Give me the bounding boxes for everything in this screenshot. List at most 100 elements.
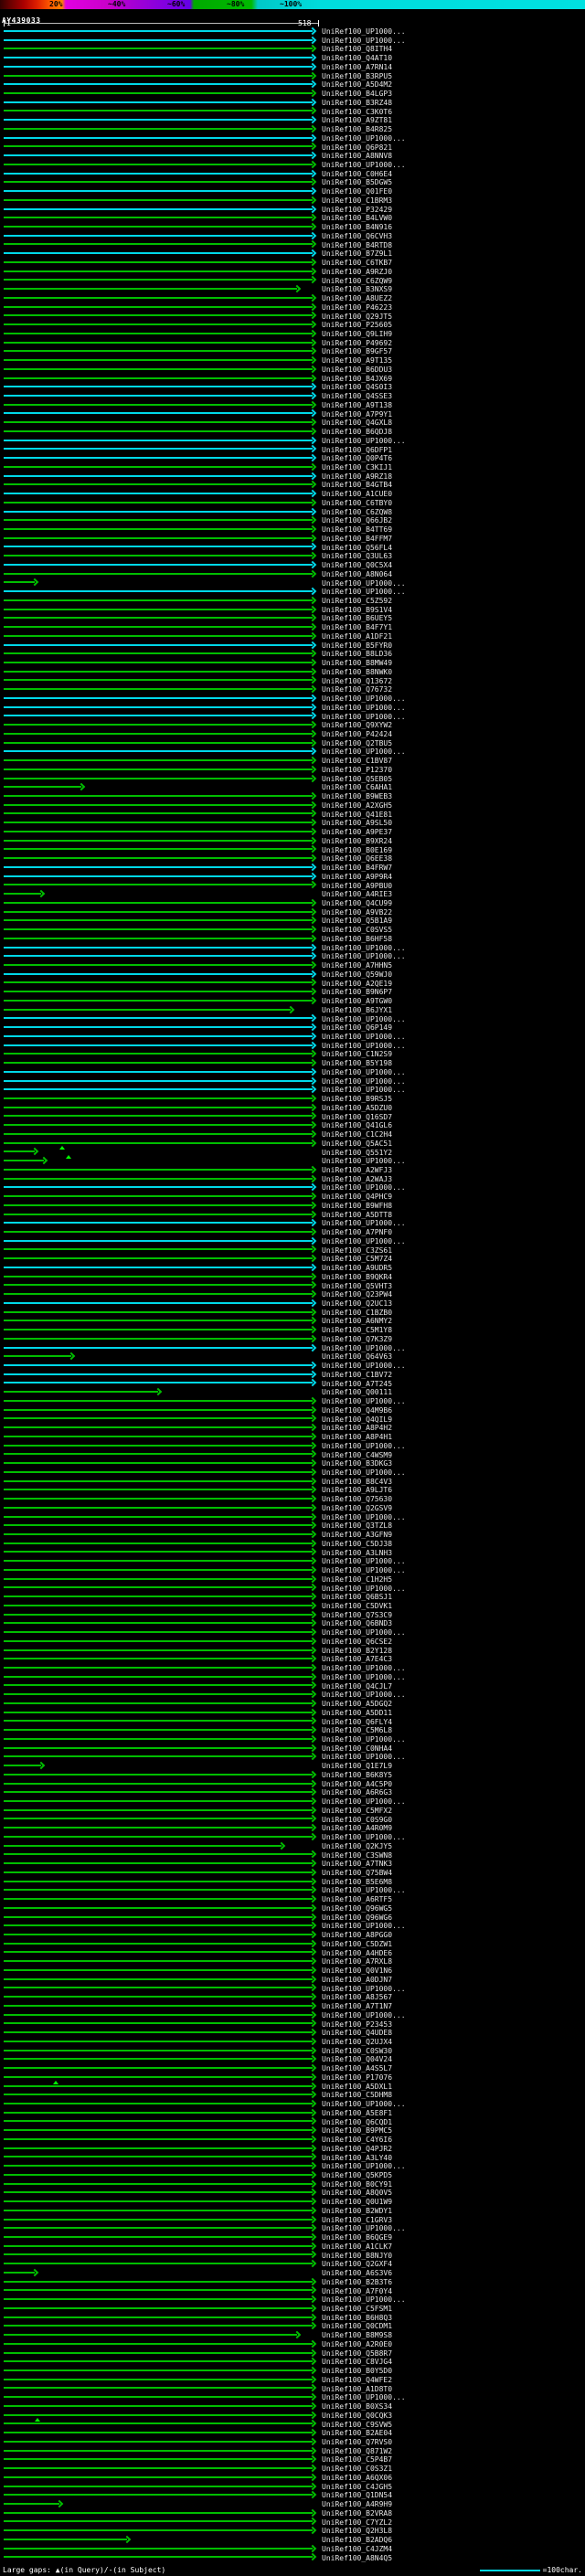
alignment-bar[interactable] xyxy=(4,812,313,815)
alignment-bar[interactable] xyxy=(4,617,313,620)
alignment-bar[interactable] xyxy=(4,981,313,984)
alignment-bar[interactable] xyxy=(4,1658,313,1660)
alignment-bar[interactable] xyxy=(4,2485,313,2487)
alignment-bar[interactable] xyxy=(4,999,313,1002)
alignment-bar[interactable] xyxy=(4,1737,313,1740)
hit-label[interactable]: UniRef100_B8MW49 xyxy=(322,659,585,668)
hit-label[interactable]: UniRef100_Q9XYW2 xyxy=(322,721,585,730)
alignment-bar[interactable] xyxy=(4,2360,313,2363)
hit-label[interactable]: UniRef100_B3DKG3 xyxy=(322,1459,585,1468)
hit-label[interactable]: UniRef100_C3KIJ1 xyxy=(322,463,585,472)
hit-label[interactable]: UniRef100_B0Y5D0 xyxy=(322,2367,585,2376)
alignment-bar[interactable] xyxy=(4,946,313,949)
hit-label[interactable]: UniRef100_Q3UL63 xyxy=(322,552,585,561)
hit-label[interactable]: UniRef100_B9RSJ5 xyxy=(322,1095,585,1104)
alignment-bar[interactable] xyxy=(4,795,313,798)
alignment-bar[interactable] xyxy=(4,1026,313,1029)
hit-label[interactable]: UniRef100_UP1000... xyxy=(322,1566,585,1575)
alignment-bar[interactable] xyxy=(4,875,313,877)
hit-label[interactable]: UniRef100_Q2GXF4 xyxy=(322,2260,585,2269)
hit-label[interactable]: UniRef100_UP1000... xyxy=(322,1086,585,1095)
hit-label[interactable]: UniRef100_UP1000... xyxy=(322,1042,585,1051)
alignment-bar[interactable] xyxy=(4,1373,313,1375)
hit-label[interactable]: UniRef100_P49692 xyxy=(322,339,585,348)
alignment-bar[interactable] xyxy=(4,367,313,370)
hit-label[interactable]: UniRef100_A8Q0V5 xyxy=(322,2189,585,2198)
alignment-bar[interactable] xyxy=(4,1844,282,1847)
alignment-bar[interactable] xyxy=(4,1329,313,1331)
hit-label[interactable]: UniRef100_C5M6L8 xyxy=(322,1726,585,1735)
hit-label[interactable]: UniRef100_Q00111 xyxy=(322,1388,585,1397)
alignment-bar[interactable] xyxy=(4,2209,313,2211)
alignment-bar[interactable] xyxy=(4,1746,313,1749)
hit-label[interactable]: UniRef100_C4Y6I6 xyxy=(322,2136,585,2145)
alignment-bar[interactable] xyxy=(4,493,313,495)
alignment-bar[interactable] xyxy=(4,136,313,139)
alignment-bar[interactable] xyxy=(4,2182,313,2185)
alignment-bar[interactable] xyxy=(4,2263,313,2265)
alignment-bar[interactable] xyxy=(4,1765,41,1767)
alignment-bar[interactable] xyxy=(4,1453,313,1456)
hit-label[interactable]: UniRef100_A9P9R4 xyxy=(322,873,585,882)
alignment-bar[interactable] xyxy=(4,2458,313,2461)
hit-label[interactable]: UniRef100_B6K8Y5 xyxy=(322,1771,585,1780)
hit-label[interactable]: UniRef100_Q75630 xyxy=(322,1495,585,1504)
alignment-bar[interactable] xyxy=(4,1871,313,1873)
hit-label[interactable]: UniRef100_C4WSM9 xyxy=(322,1451,585,1460)
alignment-bar[interactable] xyxy=(4,2289,313,2292)
hit-label[interactable]: UniRef100_Q76732 xyxy=(322,685,585,694)
hit-label[interactable]: UniRef100_Q4SSE3 xyxy=(322,392,585,401)
hit-label[interactable]: UniRef100_A8J567 xyxy=(322,1993,585,2002)
hit-label[interactable]: UniRef100_Q96WG5 xyxy=(322,1904,585,1913)
alignment-bar[interactable] xyxy=(4,1924,313,1927)
alignment-bar[interactable] xyxy=(4,599,313,601)
hit-label[interactable]: UniRef100_A4R0M9 xyxy=(322,1824,585,1833)
alignment-bar[interactable] xyxy=(4,386,313,388)
alignment-bar[interactable] xyxy=(4,403,313,406)
alignment-bar[interactable] xyxy=(4,1222,313,1224)
alignment-bar[interactable] xyxy=(4,1391,158,1394)
hit-label[interactable]: UniRef100_Q6P149 xyxy=(322,1023,585,1033)
alignment-bar[interactable] xyxy=(4,1853,313,1856)
alignment-bar[interactable] xyxy=(4,2422,313,2425)
hit-label[interactable]: UniRef100_B2WDY1 xyxy=(322,2207,585,2216)
alignment-bar[interactable] xyxy=(4,2094,313,2096)
alignment-bar[interactable] xyxy=(4,750,313,753)
alignment-bar[interactable] xyxy=(4,1150,35,1153)
alignment-bar[interactable] xyxy=(4,465,313,468)
alignment-bar[interactable] xyxy=(4,546,313,548)
hit-label[interactable]: UniRef100_B3RZ48 xyxy=(322,99,585,108)
alignment-bar[interactable] xyxy=(4,74,313,77)
hit-label[interactable]: UniRef100_UP1000... xyxy=(322,1833,585,1842)
hit-label[interactable]: UniRef100_A9RZJ0 xyxy=(322,268,585,277)
alignment-bar[interactable] xyxy=(4,884,313,886)
alignment-bar[interactable] xyxy=(4,296,313,299)
hit-label[interactable]: UniRef100_B3NXS9 xyxy=(322,285,585,294)
hit-label[interactable]: UniRef100_A2R0E0 xyxy=(322,2340,585,2349)
alignment-bar[interactable] xyxy=(4,893,41,896)
hit-label[interactable]: UniRef100_C3ZS61 xyxy=(322,1246,585,1256)
hit-label[interactable]: UniRef100_C8VJG4 xyxy=(322,2358,585,2367)
hit-label[interactable]: UniRef100_C1H2H5 xyxy=(322,1575,585,1585)
hit-label[interactable]: UniRef100_UP1000... xyxy=(322,2011,585,2020)
hit-label[interactable]: UniRef100_A5D4M2 xyxy=(322,80,585,90)
alignment-bar[interactable] xyxy=(4,1355,71,1358)
alignment-bar[interactable] xyxy=(4,1506,313,1509)
hit-label[interactable]: UniRef100_C5M1Y8 xyxy=(322,1326,585,1335)
hit-label[interactable]: UniRef100_Q6CVH3 xyxy=(322,232,585,241)
hit-label[interactable]: UniRef100_A9T135 xyxy=(322,356,585,366)
alignment-bar[interactable] xyxy=(4,2040,313,2042)
hit-label[interactable]: UniRef100_Q29JT5 xyxy=(322,313,585,322)
alignment-bar[interactable] xyxy=(4,1942,313,1945)
alignment-bar[interactable] xyxy=(4,688,313,691)
alignment-bar[interactable] xyxy=(4,848,313,851)
alignment-bar[interactable] xyxy=(4,955,313,958)
hit-label[interactable]: UniRef100_Q2UC13 xyxy=(322,1299,585,1309)
alignment-bar[interactable] xyxy=(4,1132,313,1135)
hit-label[interactable]: UniRef100_B2Y128 xyxy=(322,1647,585,1656)
alignment-bar[interactable] xyxy=(4,2378,313,2380)
hit-label[interactable]: UniRef100_B4TT69 xyxy=(322,525,585,535)
alignment-bar[interactable] xyxy=(4,1701,313,1704)
hit-label[interactable]: UniRef100_C5FSM1 xyxy=(322,2305,585,2314)
hit-label[interactable]: UniRef100_B8NWK0 xyxy=(322,668,585,677)
